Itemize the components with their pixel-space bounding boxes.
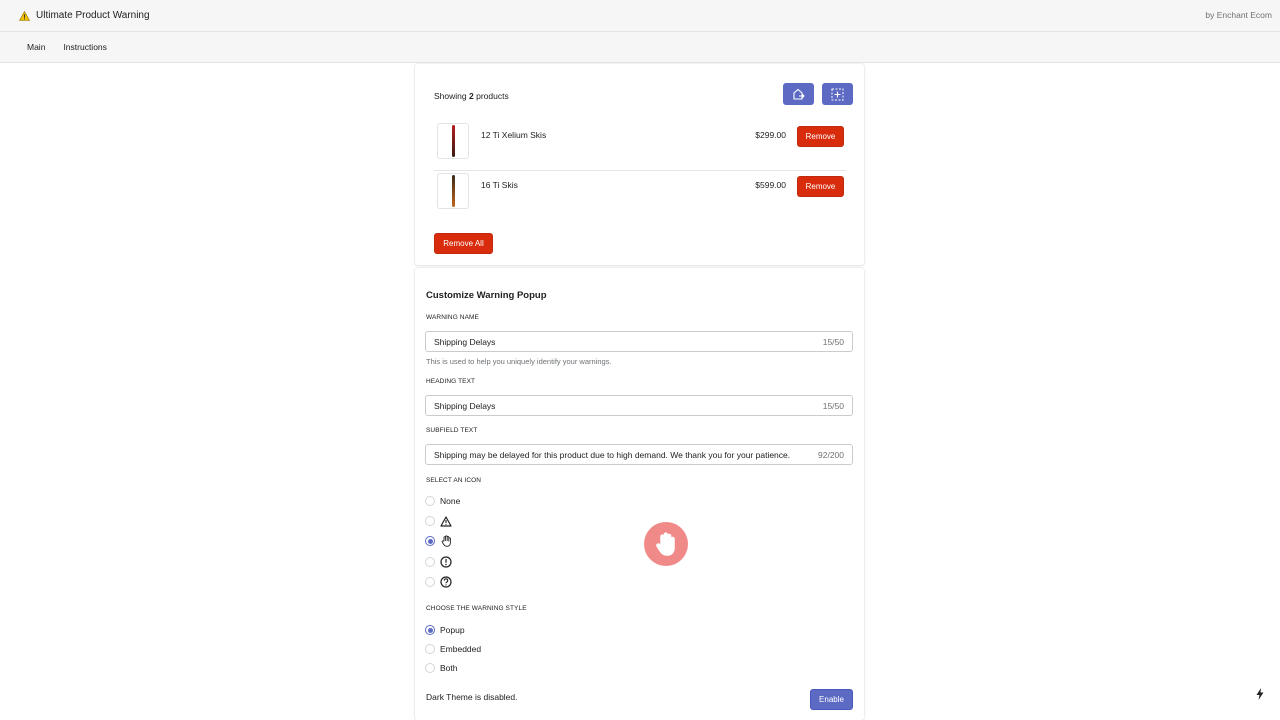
product-row: 16 Ti Skis $599.00 Remove (434, 173, 846, 221)
radio-button[interactable] (425, 644, 435, 654)
hand-stop-icon (440, 535, 452, 547)
radio-label: Embedded (440, 644, 482, 654)
warning-triangle-icon (440, 515, 452, 527)
product-name: 12 Ti Xelium Skis (481, 130, 547, 140)
showing-count: 2 (468, 91, 474, 101)
warning-name-label: WARNING NAME (426, 314, 479, 321)
style-option-both[interactable]: Both (425, 661, 458, 675)
top-bar: Ultimate Product Warning by Enchant Ecom (0, 0, 1280, 32)
radio-button[interactable] (425, 496, 435, 506)
export-icon (792, 88, 805, 100)
customize-card: Customize Warning Popup WARNING NAME Shi… (415, 268, 864, 720)
product-price: $599.00 (755, 180, 786, 190)
warning-icon (18, 10, 30, 22)
info-circle-icon (440, 556, 452, 568)
warning-style-label: CHOOSE THE WARNING STYLE (426, 605, 527, 612)
icon-option-warning[interactable] (425, 514, 452, 528)
warning-name-input[interactable]: Shipping Delays 15/50 (425, 331, 853, 352)
radio-button[interactable] (425, 516, 435, 526)
product-thumbnail (437, 173, 469, 209)
radio-button-selected[interactable] (425, 625, 435, 635)
select-icon-label: SELECT AN ICON (426, 477, 482, 484)
select-products-button[interactable] (822, 83, 853, 105)
character-count: 92/200 (818, 449, 844, 460)
warning-name-value: Shipping Delays (434, 336, 496, 347)
showing-count-text: Showing 2 products (434, 91, 509, 101)
export-button[interactable] (783, 83, 814, 105)
ski-image (451, 175, 455, 207)
product-name: 16 Ti Skis (481, 180, 518, 190)
icon-option-hand[interactable] (425, 534, 452, 548)
icon-option-question[interactable] (425, 575, 452, 589)
product-thumbnail (437, 123, 469, 159)
radio-label: Popup (440, 625, 465, 635)
heading-text-input[interactable]: Shipping Delays 15/50 (425, 395, 853, 416)
products-card: Showing 2 products 12 Ti Xelium Skis $29… (415, 64, 864, 265)
icon-option-info[interactable] (425, 555, 452, 569)
product-price: $299.00 (755, 130, 786, 140)
heading-text-value: Shipping Delays (434, 400, 496, 411)
warning-name-help: This is used to help you uniquely identi… (426, 357, 612, 366)
radio-button-selected[interactable] (425, 536, 435, 546)
nav-bar: Main Instructions (0, 32, 1280, 63)
select-add-icon (831, 88, 844, 101)
nav-instructions[interactable]: Instructions (63, 42, 106, 52)
heading-text-label: HEADING TEXT (426, 378, 476, 385)
section-title: Customize Warning Popup (426, 290, 547, 301)
remove-button[interactable]: Remove (797, 176, 844, 197)
showing-prefix: Showing (434, 91, 467, 101)
icon-option-none[interactable]: None (425, 494, 460, 508)
showing-suffix: products (476, 91, 509, 101)
question-circle-icon (440, 576, 452, 588)
nav-main[interactable]: Main (27, 42, 45, 52)
lightning-bolt-icon[interactable] (1250, 684, 1270, 704)
style-option-embedded[interactable]: Embedded (425, 642, 481, 656)
radio-label: None (440, 496, 461, 506)
subfield-text-label: SUBFIELD TEXT (426, 427, 478, 434)
radio-button[interactable] (425, 663, 435, 673)
character-count: 15/50 (822, 400, 844, 411)
remove-button[interactable]: Remove (797, 126, 844, 147)
dark-theme-status: Dark Theme is disabled. (426, 692, 518, 702)
radio-button[interactable] (425, 577, 435, 587)
radio-button[interactable] (425, 557, 435, 567)
character-count: 15/50 (822, 336, 844, 347)
ski-image (451, 125, 455, 157)
remove-all-button[interactable]: Remove All (434, 233, 493, 254)
app-title: Ultimate Product Warning (36, 10, 150, 21)
hand-stop-icon (644, 522, 688, 566)
subfield-text-value: Shipping may be delayed for this product… (434, 449, 791, 460)
enable-dark-theme-button[interactable]: Enable (810, 689, 853, 710)
radio-label: Both (440, 663, 458, 673)
product-row: 12 Ti Xelium Skis $299.00 Remove (434, 123, 846, 171)
subfield-text-input[interactable]: Shipping may be delayed for this product… (425, 444, 853, 465)
style-option-popup[interactable]: Popup (425, 623, 465, 637)
byline[interactable]: by Enchant Ecom (1205, 10, 1272, 20)
